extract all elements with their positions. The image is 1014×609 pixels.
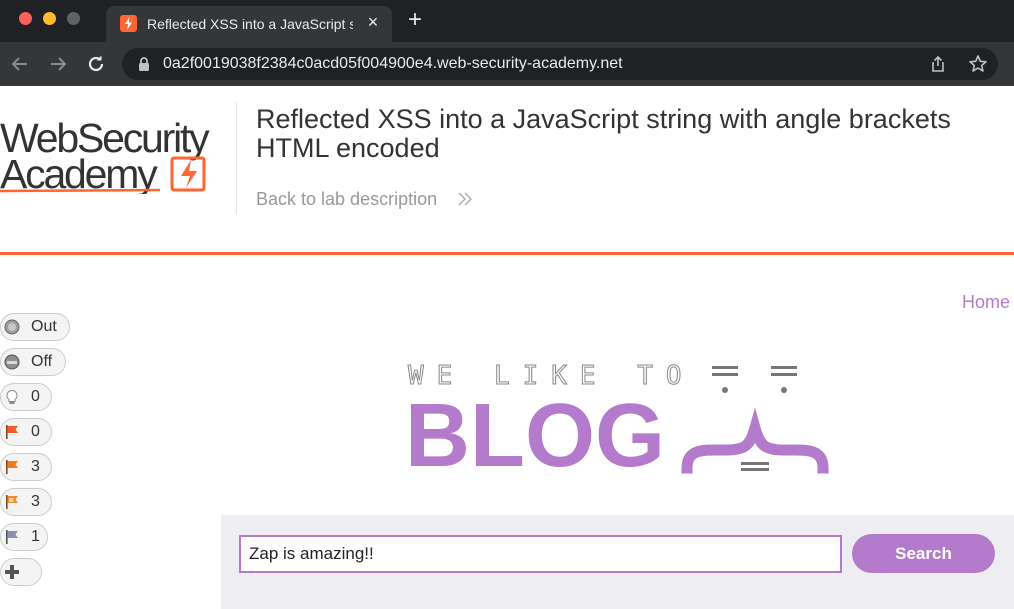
header-divider <box>236 102 237 214</box>
lab-header: WebSecurity Academy Reflected XSS into a… <box>0 86 1014 254</box>
maximize-window-button[interactable] <box>67 12 80 25</box>
hud-red-flag-count: 0 <box>31 423 40 440</box>
back-to-lab-description-link[interactable]: Back to lab description <box>256 189 437 210</box>
bookmark-star-icon[interactable] <box>967 53 989 75</box>
hud-orange-flag-count: 3 <box>31 458 40 475</box>
hud-orange-flag-button[interactable]: 3 <box>0 453 52 481</box>
orange-flag-icon <box>4 459 20 475</box>
search-input[interactable] <box>239 535 842 573</box>
hud-red-flag-button[interactable]: 0 <box>0 418 52 446</box>
lock-icon[interactable] <box>136 56 152 72</box>
globe-icon <box>4 319 20 335</box>
browser-tab[interactable]: Reflected XSS into a JavaScript string w… <box>106 6 392 42</box>
hud-blue-flag-button[interactable]: 1 <box>0 523 48 551</box>
blue-flag-icon <box>4 529 20 545</box>
hud-yellow-flag-button[interactable]: 3 <box>0 488 52 516</box>
hud-lightbulb-button[interactable]: 0 <box>0 383 52 411</box>
blog-face-icon <box>681 366 829 474</box>
web-security-academy-logo[interactable]: WebSecurity Academy <box>0 108 232 197</box>
home-link[interactable]: Home <box>962 292 1010 313</box>
burp-favicon-icon <box>120 15 137 32</box>
hud-yellow-flag-count: 3 <box>31 493 40 510</box>
red-flag-icon <box>4 424 20 440</box>
close-window-button[interactable] <box>19 12 32 25</box>
close-tab-icon[interactable]: × <box>363 12 383 32</box>
hud-out-label: Out <box>31 318 57 335</box>
lightbulb-icon <box>4 389 20 405</box>
double-chevron-right-icon <box>457 190 473 208</box>
power-icon <box>4 354 20 370</box>
header-orange-rule <box>0 252 1014 255</box>
hud-blue-flag-count: 1 <box>31 528 40 545</box>
yellow-flag-icon <box>4 494 20 510</box>
hud-lightbulb-count: 0 <box>31 388 40 405</box>
plus-icon <box>4 564 20 580</box>
share-icon[interactable] <box>928 54 948 74</box>
svg-text:Academy: Academy <box>0 151 158 194</box>
address-bar[interactable]: 0a2f0019038f2384c0acd05f004900e4.web-sec… <box>122 48 998 80</box>
minimize-window-button[interactable] <box>43 12 56 25</box>
forward-arrow-icon[interactable] <box>44 50 72 78</box>
browser-toolbar: 0a2f0019038f2384c0acd05f004900e4.web-sec… <box>0 42 1014 86</box>
svg-text:BLOG: BLOG <box>405 386 665 476</box>
hud-off-button[interactable]: Off <box>0 348 66 376</box>
hud-out-button[interactable]: Out <box>0 313 70 341</box>
tab-title: Reflected XSS into a JavaScript string w… <box>147 16 353 32</box>
blog-banner: WE LIKE TO BLOG <box>405 358 830 486</box>
lab-title: Reflected XSS into a JavaScript string w… <box>256 104 951 163</box>
url-text: 0a2f0019038f2384c0acd05f004900e4.web-sec… <box>163 55 623 72</box>
hud-add-tool-button[interactable] <box>0 558 42 586</box>
back-arrow-icon[interactable] <box>6 50 34 78</box>
new-tab-icon[interactable]: + <box>403 8 427 32</box>
browser-tab-strip: Reflected XSS into a JavaScript string w… <box>0 0 1014 42</box>
search-button[interactable]: Search <box>852 534 995 573</box>
reload-icon[interactable] <box>82 50 110 78</box>
hud-off-label: Off <box>31 353 53 370</box>
